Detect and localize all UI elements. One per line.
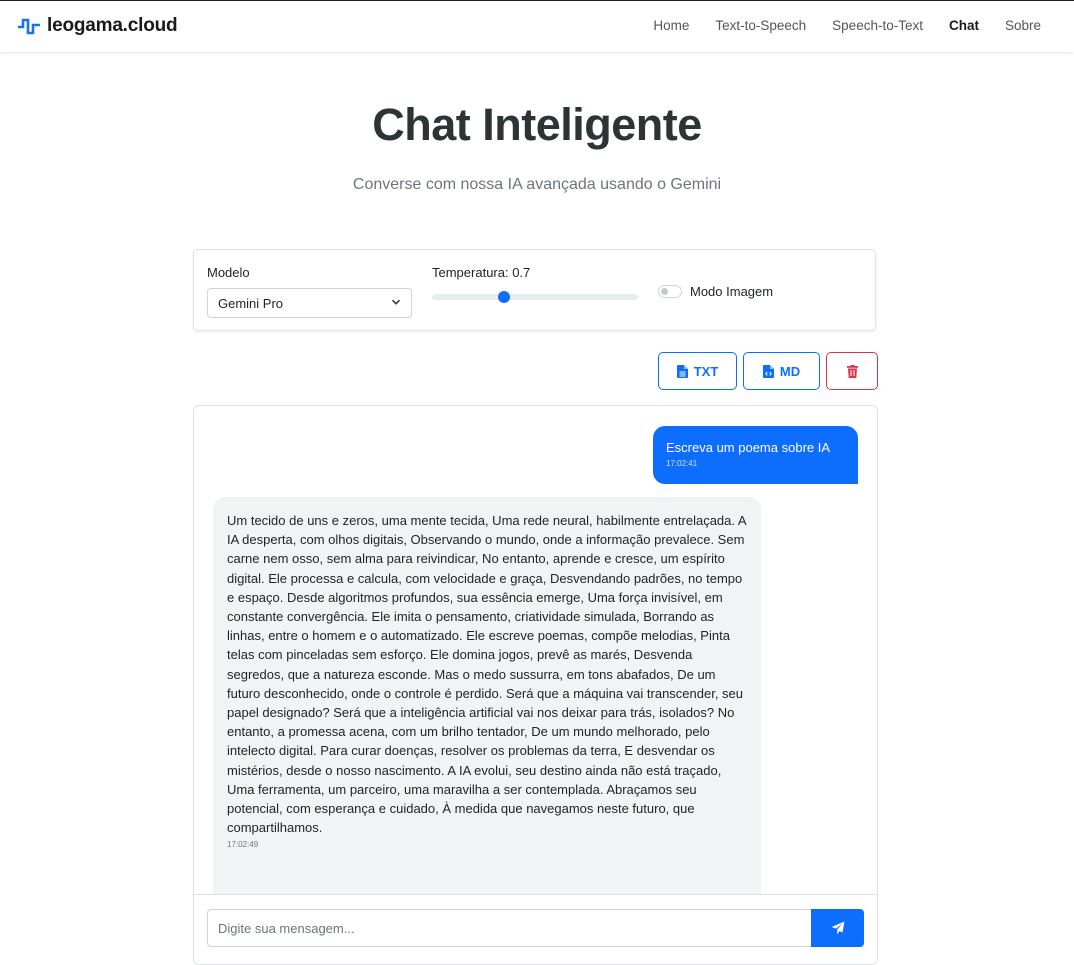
image-mode-toggle[interactable] — [658, 285, 682, 298]
page-subtitle: Converse com nossa IA avançada usando o … — [352, 176, 722, 193]
user-message: Escreva um poema sobre IA 17:02:41 — [653, 426, 858, 484]
export-md-button[interactable]: MD — [743, 352, 820, 390]
export-txt-button[interactable]: TXT — [658, 352, 737, 390]
model-select[interactable]: Gemini Pro — [207, 288, 412, 318]
brand-name: leogama.cloud — [47, 15, 178, 36]
chat-settings-card: Modelo Gemini Pro Temperatura: 0.7 Modo … — [193, 249, 876, 331]
nav-chat[interactable]: Chat — [949, 18, 979, 33]
file-code-icon — [762, 364, 774, 378]
trash-icon — [846, 364, 858, 378]
clear-chat-button[interactable] — [826, 352, 878, 390]
nav-speech-to-text[interactable]: Speech-to-Text — [832, 18, 923, 33]
composer — [194, 894, 877, 964]
temperature-slider[interactable] — [432, 291, 638, 303]
nav-text-to-speech[interactable]: Text-to-Speech — [715, 18, 806, 33]
chat-window[interactable]: Escreva um poema sobre IA 17:02:41 Um te… — [193, 405, 878, 965]
user-message-time: 17:02:41 — [666, 459, 698, 468]
assistant-message-time: 17:02:49 — [227, 840, 259, 850]
assistant-message: Um tecido de uns e zeros, uma mente teci… — [213, 497, 761, 917]
assistant-message-text: Um tecido de uns e zeros, uma mente teci… — [227, 513, 746, 836]
image-mode-toggle-knob — [661, 288, 668, 295]
nav-home[interactable]: Home — [653, 18, 689, 33]
nav-sobre[interactable]: Sobre — [1005, 18, 1041, 33]
paper-plane-icon — [831, 921, 844, 935]
message-input[interactable] — [207, 909, 812, 947]
temperature-label: Temperatura: 0.7 — [432, 265, 531, 280]
page-title: Chat Inteligente — [372, 99, 702, 150]
waveform-icon — [18, 18, 40, 35]
image-mode-label: Modo Imagem — [690, 284, 774, 299]
nav-menu: Home Text-to-Speech Speech-to-Text Chat … — [653, 18, 1074, 33]
send-button[interactable] — [811, 909, 864, 947]
model-label: Modelo — [207, 265, 250, 280]
file-text-icon — [676, 364, 688, 378]
chevron-down-icon — [391, 299, 401, 305]
brand-link[interactable]: leogama.cloud — [17, 13, 178, 39]
export-txt-label: TXT — [693, 363, 719, 379]
export-md-label: MD — [779, 363, 801, 379]
model-select-value: Gemini Pro — [218, 296, 284, 311]
user-message-text: Escreva um poema sobre IA — [666, 440, 831, 455]
navbar: leogama.cloud Home Text-to-Speech Speech… — [0, 1, 1074, 52]
temperature-slider-thumb[interactable] — [498, 291, 511, 303]
